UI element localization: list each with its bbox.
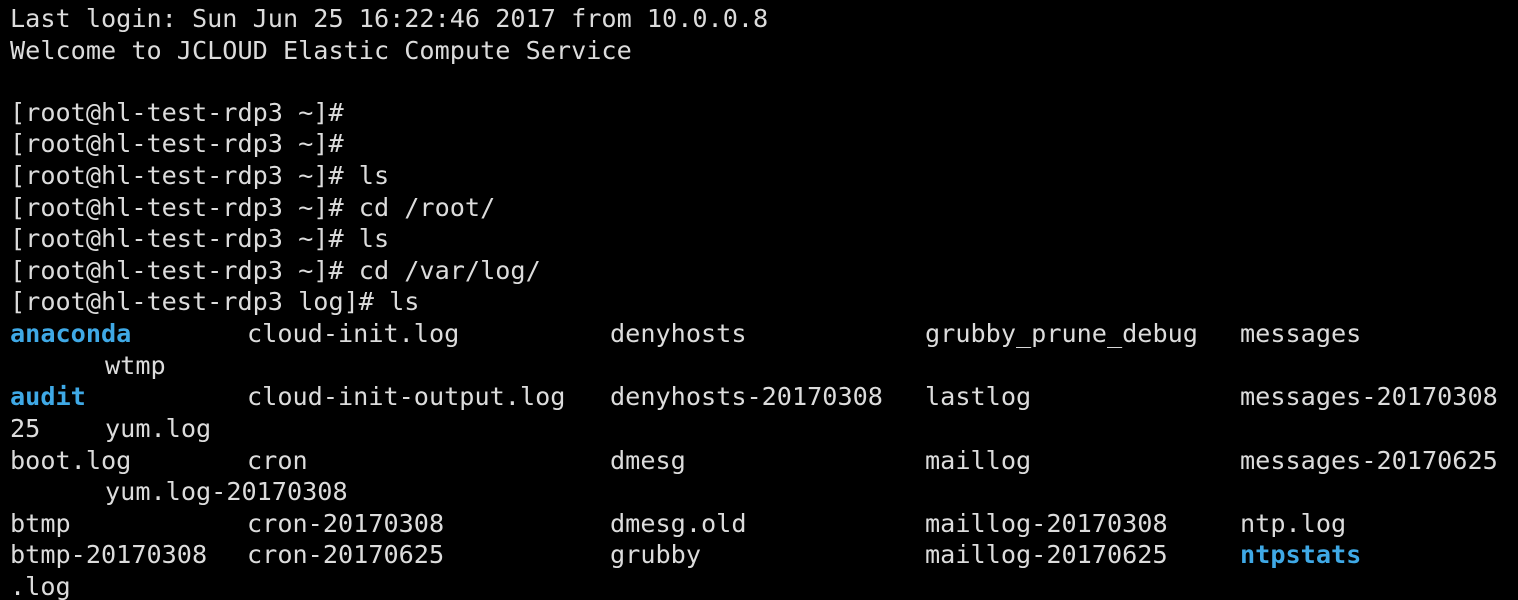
file-entry: messages-20170308 — [1240, 382, 1498, 411]
file-entry: cron-20170625 — [247, 540, 445, 569]
command-line: [root@hl-test-rdp3 ~]# ls — [10, 224, 390, 253]
file-entry: messages — [1240, 319, 1362, 348]
file-entry: btmp — [10, 509, 71, 538]
file-entry: cloud-init-output.log — [247, 382, 566, 411]
wrapped-text: 25 — [10, 414, 41, 443]
command-line: [root@hl-test-rdp3 ~]# cd /root/ — [10, 193, 496, 222]
command-line: [root@hl-test-rdp3 ~]# ls — [10, 161, 390, 190]
directory-entry: ntpstats — [1240, 540, 1362, 569]
file-entry: dmesg — [610, 446, 686, 475]
file-entry: maillog — [925, 446, 1032, 475]
prompt-line: [root@hl-test-rdp3 ~]# — [10, 98, 344, 127]
file-entry: grubby — [610, 540, 701, 569]
file-entry: dmesg.old — [610, 509, 747, 538]
file-entry: cron — [247, 446, 308, 475]
directory-entry: audit — [10, 382, 86, 411]
file-entry: denyhosts — [610, 319, 747, 348]
file-entry: messages-20170625 — [1240, 446, 1498, 475]
file-entry: cron-20170308 — [247, 509, 445, 538]
file-entry: denyhosts-20170308 — [610, 382, 883, 411]
file-entry: yum.log — [105, 414, 212, 443]
command-line: [root@hl-test-rdp3 ~]# cd /var/log/ — [10, 256, 541, 285]
file-entry: lastlog — [925, 382, 1032, 411]
command-line: [root@hl-test-rdp3 log]# ls — [10, 287, 420, 316]
file-entry: maillog-20170308 — [925, 509, 1168, 538]
directory-entry: anaconda — [10, 319, 132, 348]
file-entry: yum.log-20170308 — [105, 477, 348, 506]
file-entry: cloud-init.log — [247, 319, 460, 348]
file-entry: ntp.log — [1240, 509, 1347, 538]
prompt-line: [root@hl-test-rdp3 ~]# — [10, 129, 344, 158]
terminal-window[interactable]: Last login: Sun Jun 25 16:22:46 2017 fro… — [0, 0, 1518, 600]
wrapped-text: .log — [10, 572, 71, 600]
file-entry: grubby_prune_debug — [925, 319, 1198, 348]
file-entry: boot.log — [10, 446, 132, 475]
file-entry: btmp-20170308 — [10, 540, 208, 569]
last-login-line: Last login: Sun Jun 25 16:22:46 2017 fro… — [10, 4, 769, 33]
welcome-line: Welcome to JCLOUD Elastic Compute Servic… — [10, 36, 632, 65]
file-entry: maillog-20170625 — [925, 540, 1168, 569]
file-entry: wtmp — [105, 351, 166, 380]
